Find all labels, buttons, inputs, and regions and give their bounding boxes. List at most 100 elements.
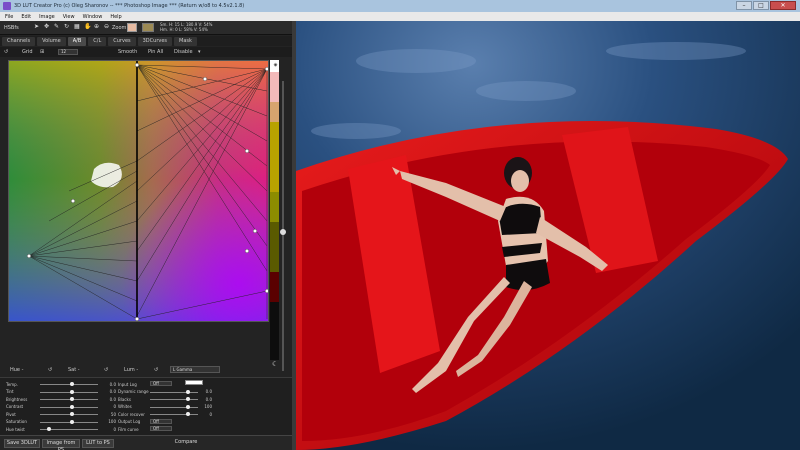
minimize-button[interactable]: – [736,1,752,10]
ab-grid-svg[interactable] [9,61,269,322]
hue-strip[interactable] [270,60,279,360]
param-label: Input Log [118,381,137,387]
compare-button[interactable]: Compare [168,439,204,448]
param-toggle-select[interactable]: Off [150,426,172,431]
reset-icon[interactable]: ↺ [4,49,8,55]
save-3dlut-button[interactable]: Save 3DLUT [4,439,40,448]
param-label: Temp. [6,381,18,387]
ab-color-grid[interactable] [8,60,269,322]
menu-window[interactable]: Window [83,14,103,20]
lightness-slider-handle[interactable] [280,229,286,235]
param-value: 100 [108,419,116,424]
param-row-brightness: Brightness 0.0 [6,396,116,402]
param-value: 0 [113,404,116,409]
disable-button[interactable]: Disable [174,49,193,55]
param-row-blacks: Blacks 0.0 [118,396,218,402]
tab-ab[interactable]: A/B [67,36,87,46]
param-label: Hue twist [6,426,25,432]
lightness-slider-track[interactable] [282,81,284,371]
sat-label: Sat - [68,367,80,373]
param-slider-handle[interactable] [186,389,191,394]
param-slider-handle[interactable] [69,412,74,416]
param-value: 0.0 [109,396,116,402]
main-toolbar: HSBfs ➤ ✥ ✎ ↻ ▦ ✋ ⊕ ⊖ Zoom Sm. H: 15 L: … [0,21,292,35]
zoom-out-icon[interactable]: ⊖ [104,24,110,30]
sat-reset-icon[interactable]: ↺ [104,367,108,373]
param-label: Film curve [118,426,139,432]
menu-edit[interactable]: Edit [21,14,31,20]
param-row-temp: Temp. 0.0 [6,381,116,387]
pointer-tool-icon[interactable]: ➤ [34,24,40,30]
grid-size-select[interactable]: 12 [58,49,78,55]
lum-reset-icon[interactable]: ↺ [154,367,158,373]
color-readout: Sm. H: 15 L: 180.9 V: 54% Hm. H: 0 L: 58… [160,22,212,32]
grid-tool-icon[interactable]: ▦ [74,24,80,30]
param-slider-track[interactable] [40,414,98,415]
param-slider-handle[interactable] [186,397,191,401]
param-toggle-select[interactable]: Off [150,418,172,424]
param-slider-handle[interactable] [186,412,191,416]
param-slider-handle[interactable] [186,404,191,409]
param-value: 0.0 [205,396,212,402]
param-slider-handle[interactable] [46,427,51,431]
tab-curves[interactable]: Curves [108,36,136,46]
param-slider-track[interactable] [150,391,198,393]
param-row-whites: Whites 100 [118,404,218,410]
param-slider-handle[interactable] [69,382,74,386]
tab-channels[interactable]: Channels [2,36,36,46]
param-slider-track[interactable] [40,399,98,400]
param-slider-handle[interactable] [69,419,74,424]
picker-tool-icon[interactable]: ✎ [54,24,60,30]
hue-reset-icon[interactable]: ↺ [48,367,52,373]
smooth-button[interactable]: Smooth [118,49,137,55]
grid-icon[interactable]: ⊞ [40,49,44,55]
menu-view[interactable]: View [63,14,75,20]
param-label: Brightness [6,396,28,402]
preset-label[interactable]: HSBfs [4,25,19,31]
menu-help[interactable]: Help [110,14,121,20]
zoom-in-icon[interactable]: ⊕ [94,24,100,30]
maximize-button[interactable]: □ [753,1,769,10]
param-label: Output Log [118,419,141,424]
image-preview[interactable] [296,21,800,450]
move-tool-icon[interactable]: ✥ [44,24,50,30]
param-toggle-select[interactable]: Off [150,381,172,386]
tab-3dcurves[interactable]: 3DCurves [137,36,173,46]
target-color-swatch[interactable] [142,23,154,32]
param-slider-handle[interactable] [69,397,74,401]
dropdown-arrow-icon[interactable]: ▾ [198,49,201,55]
param-label: Contrast [6,404,24,409]
param-label: Dynamic range [118,389,149,394]
param-value: 0.0 [109,389,116,394]
param-slider-handle[interactable] [69,404,74,409]
param-row-hue-twist: Hue twist 0 [6,426,116,432]
param-row-film-curve: Film curve Off [118,426,218,432]
param-label: Blacks [118,396,131,402]
param-slider-track[interactable] [150,414,198,415]
input-color-swatch[interactable] [185,380,203,385]
sun-icon[interactable]: ✷ [273,62,278,69]
rotate-tool-icon[interactable]: ↻ [64,24,70,30]
close-button[interactable]: ✕ [770,1,796,10]
lut-to-ps-button[interactable]: LUT to PS [82,439,114,448]
menu-image[interactable]: Image [39,14,55,20]
hue-label: Hue - [10,367,24,373]
param-label: Saturation [6,419,27,424]
zoom-label: Zoom [112,25,127,31]
gamma-select[interactable]: L Gamma [170,366,220,373]
param-row-tint: Tint 0.0 [6,389,116,395]
source-color-swatch[interactable] [127,23,137,32]
menu-file[interactable]: File [5,14,13,20]
bottom-bar: Save 3DLUT Image from PS LUT to PS Compa… [0,435,292,450]
hand-tool-icon[interactable]: ✋ [84,24,91,30]
tab-mask[interactable]: Mask [174,36,197,46]
param-row-output-log: Output Log Off [118,418,218,425]
pin-all-button[interactable]: Pin All [148,49,163,55]
param-slider-track[interactable] [150,399,198,400]
tab-cl[interactable]: C/L [88,36,107,46]
image-from-ps-button[interactable]: Image from PS [42,439,80,450]
param-slider-handle[interactable] [69,389,74,394]
param-slider-track[interactable] [150,406,198,408]
tab-volume[interactable]: Volume [37,36,66,46]
param-slider-track[interactable] [40,384,98,385]
